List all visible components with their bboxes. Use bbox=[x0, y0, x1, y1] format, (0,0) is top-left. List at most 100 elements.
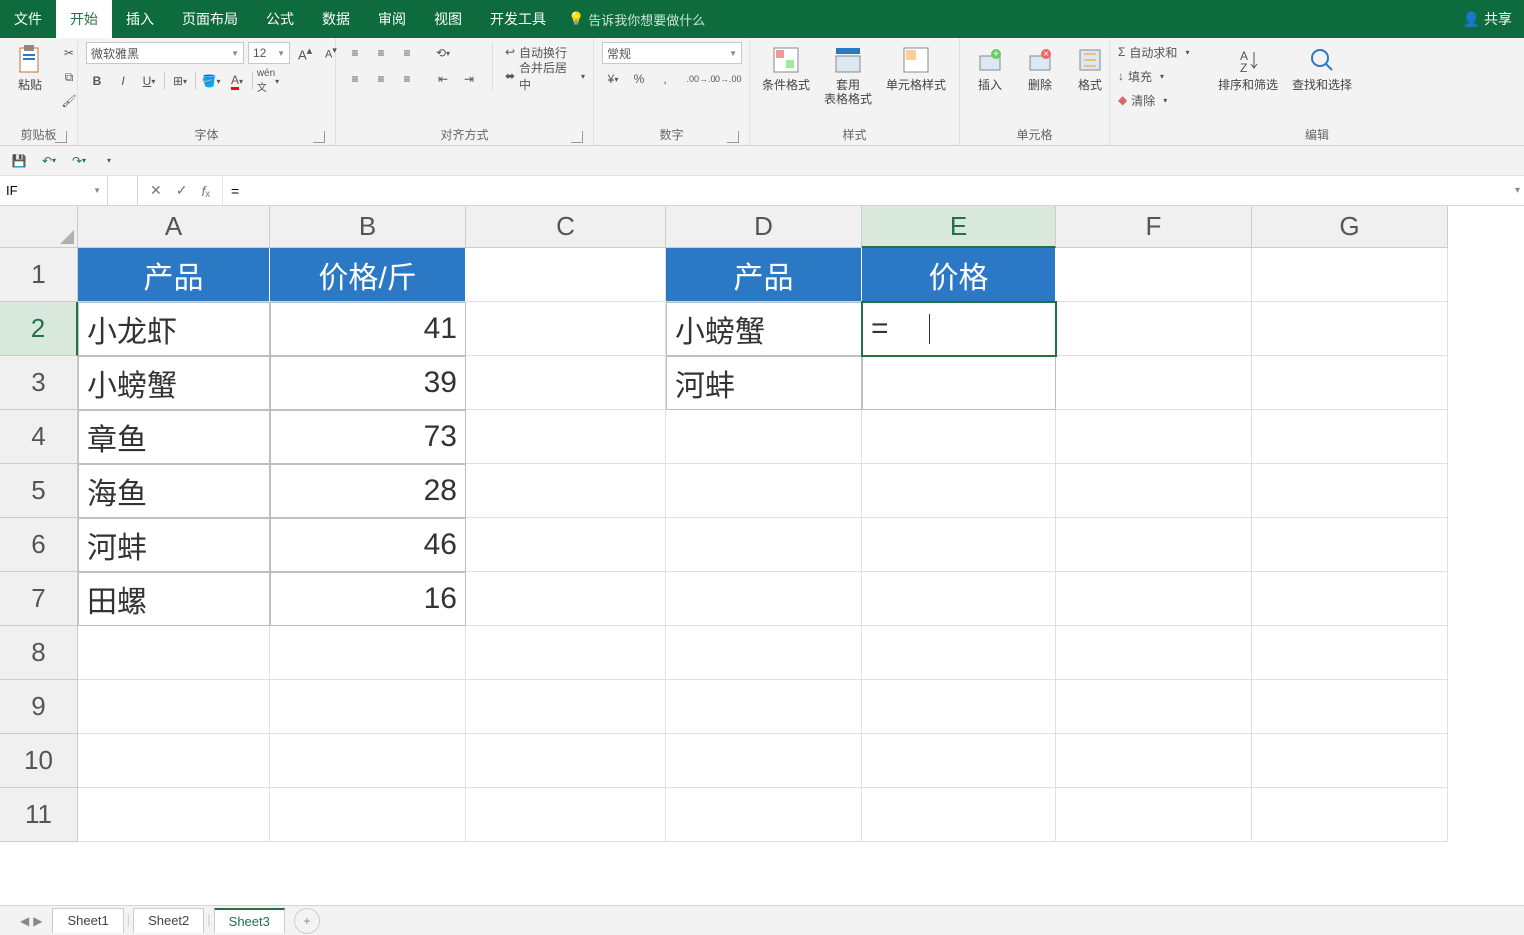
column-header-A[interactable]: A bbox=[78, 206, 270, 248]
cell-C1[interactable] bbox=[466, 248, 666, 302]
delete-cells-button[interactable]: × 删除 bbox=[1018, 42, 1062, 94]
row-header-1[interactable]: 1 bbox=[0, 248, 78, 302]
cell-B3[interactable]: 39 bbox=[270, 356, 466, 410]
cell-C10[interactable] bbox=[466, 734, 666, 788]
menu-tab-数据[interactable]: 数据 bbox=[308, 0, 364, 38]
cell-C7[interactable] bbox=[466, 572, 666, 626]
number-format-combo[interactable]: 常规▼ bbox=[602, 42, 742, 64]
cell-A1[interactable]: 产品 bbox=[78, 248, 270, 302]
format-cells-button[interactable]: 格式 bbox=[1068, 42, 1112, 94]
row-header-9[interactable]: 9 bbox=[0, 680, 78, 734]
cell-A10[interactable] bbox=[78, 734, 270, 788]
cell-D8[interactable] bbox=[666, 626, 862, 680]
cell-B10[interactable] bbox=[270, 734, 466, 788]
expand-formula-icon[interactable]: ▾ bbox=[1515, 185, 1520, 196]
align-middle-button[interactable]: ≡ bbox=[370, 42, 392, 64]
tell-me[interactable]: 💡 告诉我你想要做什么 bbox=[568, 0, 705, 38]
find-select-button[interactable]: 查找和选择 bbox=[1288, 42, 1356, 94]
cell-C11[interactable] bbox=[466, 788, 666, 842]
chevron-down-icon[interactable]: ▼ bbox=[93, 186, 101, 195]
dialog-launcher-icon[interactable] bbox=[727, 131, 739, 143]
menu-tab-插入[interactable]: 插入 bbox=[112, 0, 168, 38]
column-header-B[interactable]: B bbox=[270, 206, 466, 248]
sheet-tab-Sheet2[interactable]: Sheet2 bbox=[133, 908, 204, 933]
cell-B2[interactable]: 41 bbox=[270, 302, 466, 356]
cell-G4[interactable] bbox=[1252, 410, 1448, 464]
cell-F7[interactable] bbox=[1056, 572, 1252, 626]
spreadsheet-grid[interactable]: ABCDEFG 1234567891011 产品价格/斤产品价格小龙虾41小螃蟹… bbox=[0, 206, 1524, 846]
dialog-launcher-icon[interactable] bbox=[55, 131, 67, 143]
cancel-formula-button[interactable]: ✕ bbox=[150, 182, 162, 199]
cell-G9[interactable] bbox=[1252, 680, 1448, 734]
cell-E3[interactable] bbox=[862, 356, 1056, 410]
cell-F1[interactable] bbox=[1056, 248, 1252, 302]
row-header-7[interactable]: 7 bbox=[0, 572, 78, 626]
dialog-launcher-icon[interactable] bbox=[571, 131, 583, 143]
cell-F2[interactable] bbox=[1056, 302, 1252, 356]
column-header-F[interactable]: F bbox=[1056, 206, 1252, 248]
cell-F6[interactable] bbox=[1056, 518, 1252, 572]
formula-input[interactable]: = ▾ bbox=[223, 176, 1524, 205]
sheet-tab-Sheet3[interactable]: Sheet3 bbox=[214, 908, 285, 933]
bold-button[interactable]: B bbox=[86, 70, 108, 92]
column-header-C[interactable]: C bbox=[466, 206, 666, 248]
cell-A5[interactable]: 海鱼 bbox=[78, 464, 270, 518]
cell-A7[interactable]: 田螺 bbox=[78, 572, 270, 626]
row-header-4[interactable]: 4 bbox=[0, 410, 78, 464]
cell-D10[interactable] bbox=[666, 734, 862, 788]
indent-increase-button[interactable]: ⇥ bbox=[458, 68, 480, 90]
cell-G2[interactable] bbox=[1252, 302, 1448, 356]
sort-filter-button[interactable]: AZ 排序和筛选 bbox=[1214, 42, 1282, 94]
cell-A2[interactable]: 小龙虾 bbox=[78, 302, 270, 356]
cell-G5[interactable] bbox=[1252, 464, 1448, 518]
row-header-11[interactable]: 11 bbox=[0, 788, 78, 842]
format-painter-button[interactable]: 🖌 bbox=[58, 90, 80, 112]
row-header-2[interactable]: 2 bbox=[0, 302, 78, 356]
cell-B7[interactable]: 16 bbox=[270, 572, 466, 626]
cell-B4[interactable]: 73 bbox=[270, 410, 466, 464]
cell-C4[interactable] bbox=[466, 410, 666, 464]
qat-customize-button[interactable]: ▾ bbox=[98, 150, 120, 172]
cell-A4[interactable]: 章鱼 bbox=[78, 410, 270, 464]
accept-formula-button[interactable]: ✓ bbox=[176, 182, 188, 199]
cell-A11[interactable] bbox=[78, 788, 270, 842]
cell-E8[interactable] bbox=[862, 626, 1056, 680]
borders-button[interactable]: ⊞▾ bbox=[169, 70, 191, 92]
cell-A6[interactable]: 河蚌 bbox=[78, 518, 270, 572]
name-box[interactable]: ▼ bbox=[0, 176, 108, 205]
align-bottom-button[interactable]: ≡ bbox=[396, 42, 418, 64]
autosum-button[interactable]: Σ自动求和▾ bbox=[1118, 42, 1208, 62]
column-header-D[interactable]: D bbox=[666, 206, 862, 248]
cell-A9[interactable] bbox=[78, 680, 270, 734]
cell-F9[interactable] bbox=[1056, 680, 1252, 734]
cell-B11[interactable] bbox=[270, 788, 466, 842]
cell-E9[interactable] bbox=[862, 680, 1056, 734]
menu-tab-视图[interactable]: 视图 bbox=[420, 0, 476, 38]
cell-E10[interactable] bbox=[862, 734, 1056, 788]
cell-G7[interactable] bbox=[1252, 572, 1448, 626]
name-box-input[interactable] bbox=[6, 183, 93, 198]
cell-E6[interactable] bbox=[862, 518, 1056, 572]
column-header-G[interactable]: G bbox=[1252, 206, 1448, 248]
increase-decimal-button[interactable]: .00→.0 bbox=[690, 68, 712, 90]
cell-C8[interactable] bbox=[466, 626, 666, 680]
cell-E5[interactable] bbox=[862, 464, 1056, 518]
cell-G8[interactable] bbox=[1252, 626, 1448, 680]
cell-G11[interactable] bbox=[1252, 788, 1448, 842]
cell-G3[interactable] bbox=[1252, 356, 1448, 410]
cell-G10[interactable] bbox=[1252, 734, 1448, 788]
cell-F5[interactable] bbox=[1056, 464, 1252, 518]
copy-button[interactable]: ⧉ bbox=[58, 66, 80, 88]
dialog-launcher-icon[interactable] bbox=[313, 131, 325, 143]
share-button[interactable]: 👤 共享 bbox=[1463, 0, 1512, 38]
merge-center-button[interactable]: ⬌合并后居中▾ bbox=[505, 66, 585, 86]
cell-B5[interactable]: 28 bbox=[270, 464, 466, 518]
cell-E7[interactable] bbox=[862, 572, 1056, 626]
comma-button[interactable]: , bbox=[654, 68, 676, 90]
sheet-nav-first-button[interactable]: ◀ bbox=[20, 914, 29, 928]
cell-C5[interactable] bbox=[466, 464, 666, 518]
menu-tab-文件[interactable]: 文件 bbox=[0, 0, 56, 38]
cell-B6[interactable]: 46 bbox=[270, 518, 466, 572]
align-left-button[interactable]: ≡ bbox=[344, 68, 366, 90]
sheet-nav-last-button[interactable]: ▶ bbox=[33, 914, 42, 928]
